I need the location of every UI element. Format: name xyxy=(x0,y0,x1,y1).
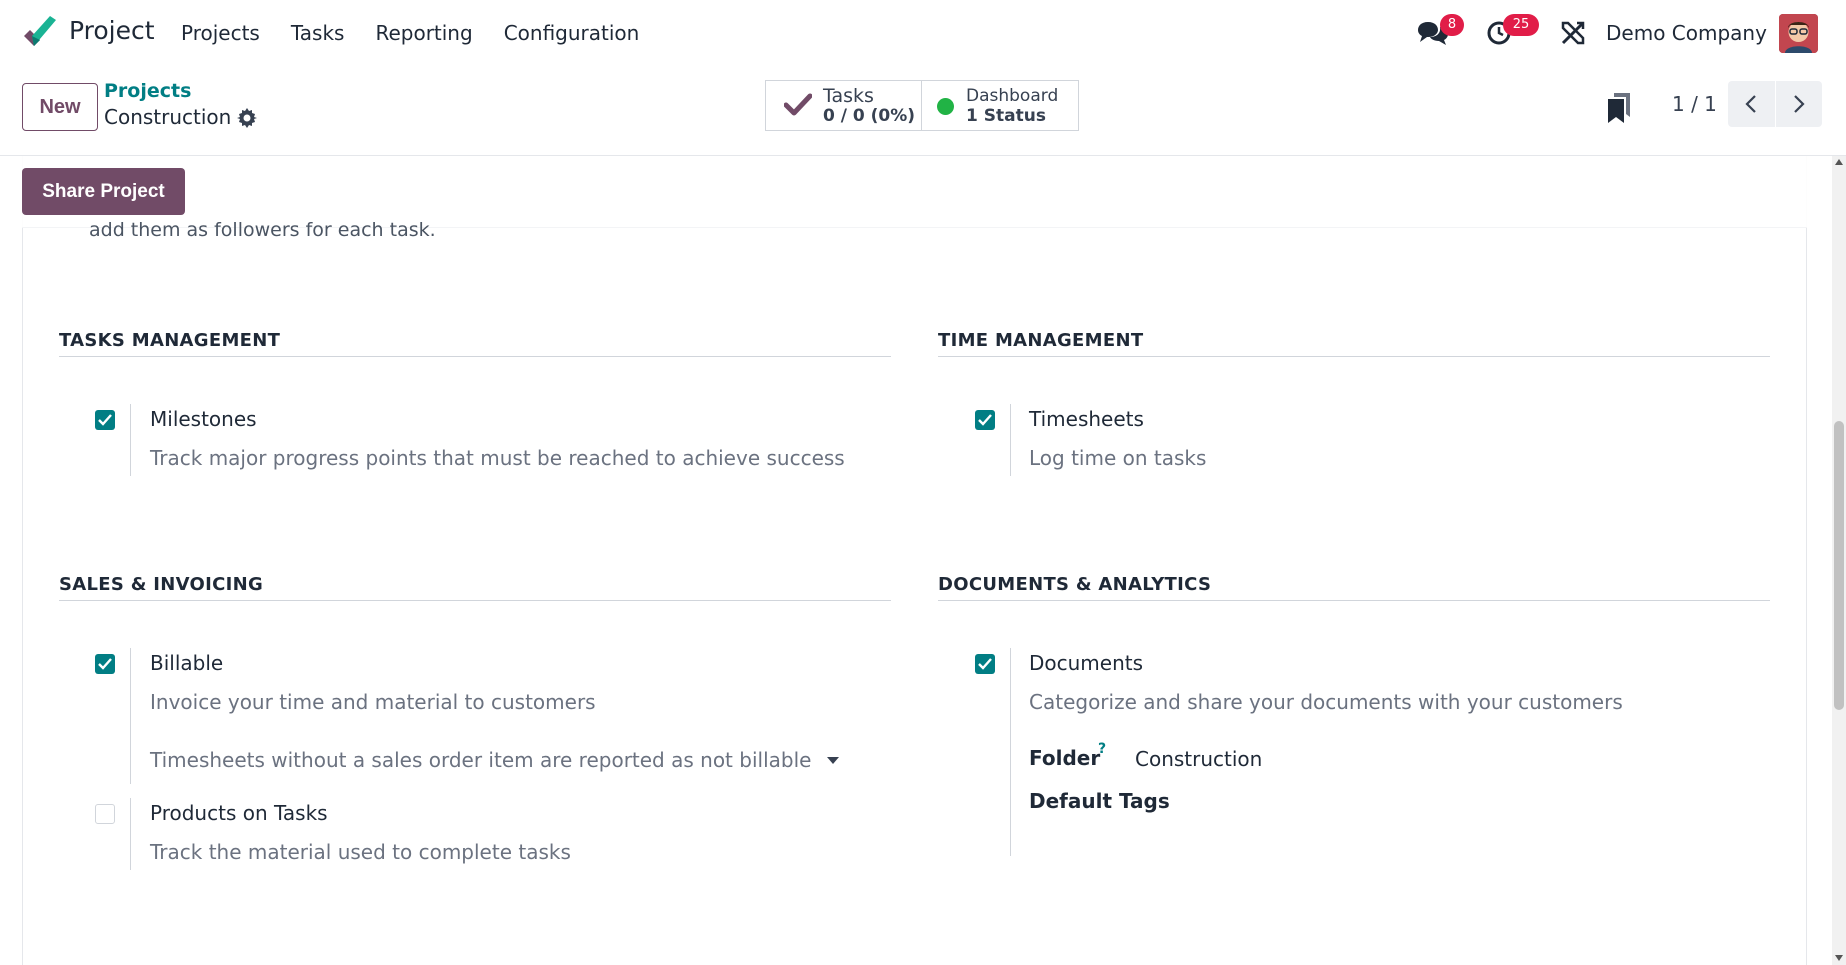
page-scrollbar[interactable] xyxy=(1832,156,1846,965)
activities-badge: 25 xyxy=(1503,14,1539,36)
checkmark-icon xyxy=(978,658,992,670)
form-content: add them as followers for each task. Sha… xyxy=(0,156,1832,965)
timesheets-label[interactable]: Timesheets xyxy=(1029,407,1144,431)
user-avatar-icon xyxy=(1779,14,1818,53)
billable-description: Invoice your time and material to custom… xyxy=(150,690,596,714)
default-tags-label: Default Tags xyxy=(1029,789,1170,813)
section-divider xyxy=(59,356,891,357)
timesheets-description: Log time on tasks xyxy=(1029,446,1207,470)
chevron-left-icon xyxy=(1745,95,1756,113)
section-divider xyxy=(938,356,1770,357)
tasks-label: Tasks xyxy=(823,85,874,107)
dashboard-smart-button[interactable]: Dashboard 1 Status xyxy=(922,81,1078,130)
gear-icon[interactable] xyxy=(237,108,257,128)
section-title-tasks-management: TASKS MANAGEMENT xyxy=(59,330,281,351)
project-app-logo-icon[interactable] xyxy=(20,16,56,50)
documents-description: Categorize and share your documents with… xyxy=(1029,690,1623,714)
section-title-documents-analytics: DOCUMENTS & ANALYTICS xyxy=(938,574,1212,595)
pager-value[interactable]: 1 / 1 xyxy=(1672,92,1717,116)
option-divider xyxy=(130,798,131,870)
control-panel: New Projects Construction Tasks 0 / 0 (0… xyxy=(0,67,1846,156)
milestones-checkbox[interactable] xyxy=(95,410,115,430)
documents-checkbox[interactable] xyxy=(975,654,995,674)
checkmark-icon xyxy=(98,658,112,670)
scrollbar-thumb[interactable] xyxy=(1834,421,1844,710)
breadcrumb-projects-link[interactable]: Projects xyxy=(104,80,191,102)
section-divider xyxy=(59,600,891,601)
app-title[interactable]: Project xyxy=(69,16,155,45)
main-menu: Projects Tasks Reporting Configuration xyxy=(181,21,670,45)
billable-label[interactable]: Billable xyxy=(150,651,223,675)
messages-badge: 8 xyxy=(1440,14,1464,36)
form-statusbar xyxy=(22,156,1807,228)
billable-checkbox[interactable] xyxy=(95,654,115,674)
breadcrumb-current: Construction xyxy=(104,105,232,129)
section-divider xyxy=(938,600,1770,601)
dashboard-label: Dashboard xyxy=(966,86,1059,106)
option-divider xyxy=(130,648,131,784)
scroll-up-arrow-icon[interactable] xyxy=(1835,159,1843,165)
smart-buttons: Tasks 0 / 0 (0%) Dashboard 1 Status xyxy=(765,80,1079,131)
menu-item-configuration[interactable]: Configuration xyxy=(504,21,640,45)
option-divider xyxy=(130,404,131,476)
menu-item-tasks[interactable]: Tasks xyxy=(291,21,345,45)
top-navbar: Project Projects Tasks Reporting Configu… xyxy=(0,0,1846,67)
debug-tools-icon[interactable] xyxy=(1560,20,1586,46)
products-on-tasks-description: Track the material used to complete task… xyxy=(150,840,571,864)
documents-label[interactable]: Documents xyxy=(1029,651,1143,675)
user-avatar[interactable] xyxy=(1779,14,1818,53)
pager-previous-button[interactable] xyxy=(1728,81,1775,127)
pager-buttons xyxy=(1728,81,1822,127)
folder-field[interactable]: Construction xyxy=(1135,747,1262,771)
scroll-down-arrow-icon[interactable] xyxy=(1835,955,1843,961)
bookmarks-icon[interactable] xyxy=(1608,93,1630,123)
pager-next-button[interactable] xyxy=(1775,81,1822,127)
products-on-tasks-checkbox[interactable] xyxy=(95,804,115,824)
billable-type-select[interactable]: Timesheets without a sales order item ar… xyxy=(150,748,811,772)
chevron-down-icon[interactable] xyxy=(827,757,839,764)
milestones-label[interactable]: Milestones xyxy=(150,407,257,431)
section-title-sales-invoicing: SALES & INVOICING xyxy=(59,574,264,595)
timesheets-checkbox[interactable] xyxy=(975,410,995,430)
checkmark-icon xyxy=(98,414,112,426)
option-divider xyxy=(1010,404,1011,476)
share-project-button[interactable]: Share Project xyxy=(22,168,185,215)
folder-label: Folder xyxy=(1029,746,1101,770)
tasks-smart-button[interactable]: Tasks 0 / 0 (0%) xyxy=(766,81,922,130)
new-button[interactable]: New xyxy=(22,83,98,131)
folder-help-tooltip[interactable]: ? xyxy=(1098,741,1106,757)
status-green-dot-icon xyxy=(937,98,954,115)
section-title-time-management: TIME MANAGEMENT xyxy=(938,330,1144,351)
checkmark-icon xyxy=(978,414,992,426)
dashboard-status: 1 Status xyxy=(966,106,1046,126)
menu-item-projects[interactable]: Projects xyxy=(181,21,260,45)
chevron-right-icon xyxy=(1793,95,1805,113)
company-switcher[interactable]: Demo Company xyxy=(1606,21,1767,45)
milestones-description: Track major progress points that must be… xyxy=(150,446,845,470)
tasks-check-icon xyxy=(784,93,812,116)
option-divider xyxy=(1010,648,1011,856)
collaborators-help-text-visible: add them as followers for each task. xyxy=(89,219,436,241)
products-on-tasks-label[interactable]: Products on Tasks xyxy=(150,801,328,825)
tasks-count: 0 / 0 (0%) xyxy=(823,106,916,126)
menu-item-reporting[interactable]: Reporting xyxy=(375,21,472,45)
